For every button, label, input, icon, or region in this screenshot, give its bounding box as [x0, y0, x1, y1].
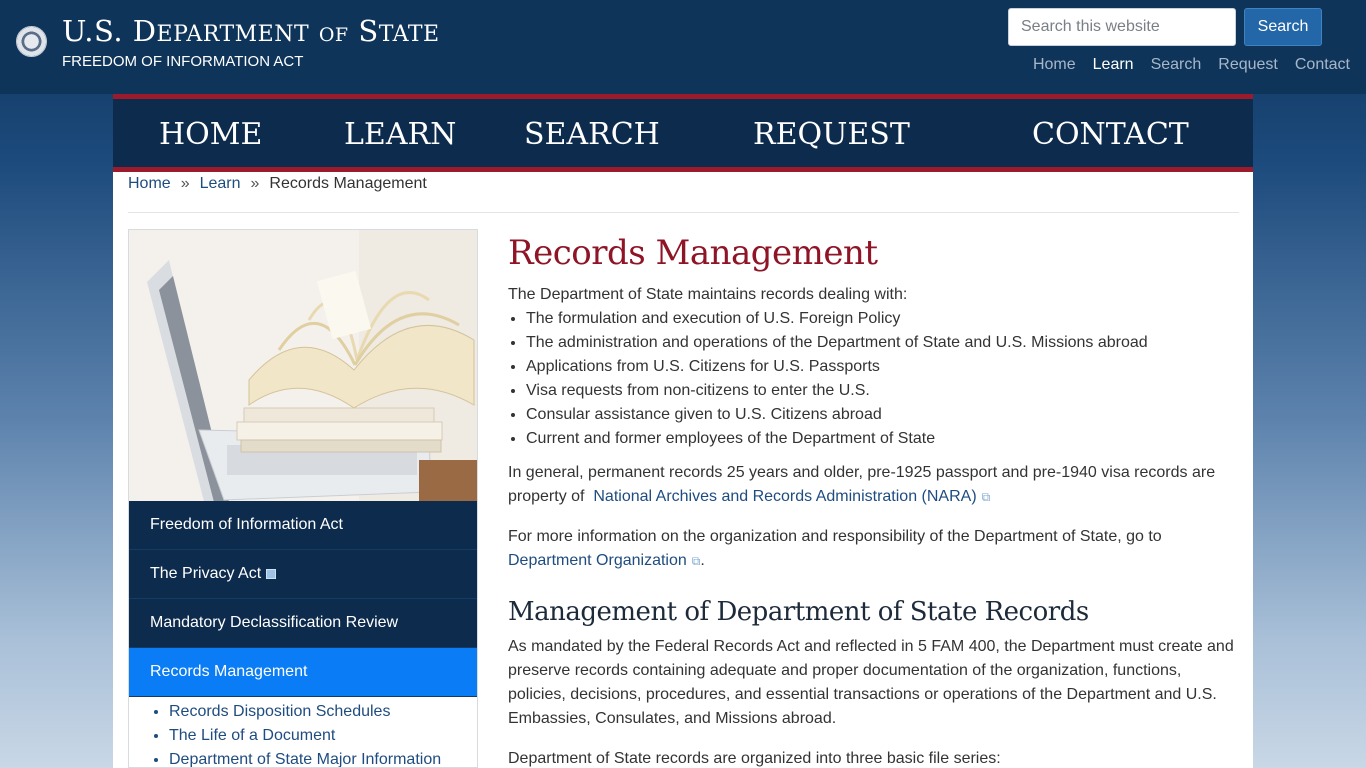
search-button[interactable]: Search	[1244, 8, 1322, 46]
list-item: Applications from U.S. Citizens for U.S.…	[526, 355, 1243, 379]
content-area: Home » Learn » Records Management Freedom …	[113, 172, 1253, 768]
utility-nav-request[interactable]: Request	[1218, 56, 1278, 78]
records-act-paragraph: As mandated by the Federal Records Act a…	[508, 638, 1234, 727]
utility-nav-contact[interactable]: Contact	[1295, 56, 1350, 78]
paragraph-end: .	[700, 552, 705, 569]
sidebar-item-foia[interactable]: Freedom of Information Act	[129, 501, 477, 550]
sidebar-link-records-disposition-schedules[interactable]: Records Disposition Schedules	[169, 703, 390, 720]
list-item: Department of State Major Information	[169, 748, 469, 767]
sidebar: Freedom of Information Act The Privacy A…	[128, 229, 478, 768]
utility-nav-search[interactable]: Search	[1151, 56, 1202, 78]
main-nav-contact[interactable]: CONTACT	[1032, 117, 1189, 152]
search-input[interactable]	[1008, 8, 1236, 46]
article: Records Management The Department of Sta…	[508, 229, 1243, 768]
nara-paragraph: In general, permanent records 25 years a…	[508, 461, 1243, 509]
page-title: Records Management	[508, 233, 878, 273]
list-item: Current and former employees of the Depa…	[526, 427, 1243, 451]
site-title[interactable]: U.S. DEPARTMENT OF STATE	[62, 14, 440, 48]
list-item: The administration and operations of the…	[526, 331, 1243, 355]
site-header: U.S. DEPARTMENT OF STATE FREEDOM OF INFO…	[0, 0, 1366, 94]
sidebar-item-label: Mandatory Declassification Review	[150, 614, 399, 631]
main-nav-home[interactable]: HOME	[159, 117, 262, 152]
sidebar-item-label: Records Management	[150, 663, 308, 680]
records-list: The formulation and execution of U.S. Fo…	[508, 307, 1243, 451]
state-department-seal-icon[interactable]	[16, 26, 47, 57]
breadcrumb-home[interactable]: Home	[128, 175, 171, 192]
list-item: Consular assistance given to U.S. Citize…	[526, 403, 1243, 427]
breadcrumb-separator: »	[250, 175, 260, 192]
breadcrumb-separator: »	[180, 175, 190, 192]
sidebar-sublinks: Records Disposition Schedules The Life o…	[149, 700, 469, 767]
organization-paragraph: For more information on the organization…	[508, 525, 1243, 573]
sidebar-link-major-information[interactable]: Department of State Major Information	[169, 751, 441, 767]
utility-nav: Home Learn Search Request Contact	[1008, 56, 1350, 78]
sidebar-item-records-management[interactable]: Records Management	[129, 648, 477, 697]
sidebar-item-mandatory-declassification-review[interactable]: Mandatory Declassification Review	[129, 599, 477, 648]
utility-nav-learn[interactable]: Learn	[1093, 56, 1134, 78]
breadcrumb-divider	[128, 212, 1239, 213]
list-item: Visa requests from non-citizens to enter…	[526, 379, 1243, 403]
laptop-books-illustration	[129, 230, 477, 502]
section-heading: Management of Department of State Record…	[508, 597, 1089, 627]
main-nav: HOME LEARN SEARCH REQUEST CONTACT	[113, 94, 1253, 172]
main-nav-learn[interactable]: LEARN	[344, 117, 456, 152]
list-item: Records Disposition Schedules	[169, 700, 469, 724]
breadcrumb-learn[interactable]: Learn	[200, 175, 241, 192]
department-organization-link[interactable]: Department Organization	[508, 552, 687, 569]
nara-link[interactable]: National Archives and Records Administra…	[593, 488, 976, 505]
sidebar-item-label: The Privacy Act	[150, 565, 262, 582]
main-nav-request[interactable]: REQUEST	[753, 117, 910, 152]
external-link-icon: ⧉	[981, 490, 991, 504]
site-subtitle[interactable]: FREEDOM OF INFORMATION ACT	[62, 53, 303, 70]
list-item: The formulation and execution of U.S. Fo…	[526, 307, 1243, 331]
sidebar-item-label: Freedom of Information Act	[150, 516, 343, 533]
paragraph-text: For more information on the organization…	[508, 528, 1162, 545]
sidebar-item-privacy-act[interactable]: The Privacy Act	[129, 550, 477, 599]
sidebar-link-life-of-a-document[interactable]: The Life of a Document	[169, 727, 335, 744]
laptop-and-books-image	[129, 230, 477, 502]
breadcrumb-current: Records Management	[269, 175, 427, 192]
article-intro: The Department of State maintains record…	[508, 286, 908, 303]
utility-nav-home[interactable]: Home	[1033, 56, 1076, 78]
list-item: The Life of a Document	[169, 724, 469, 748]
breadcrumb: Home » Learn » Records Management	[128, 175, 427, 193]
file-series-paragraph: Department of State records are organize…	[508, 750, 1001, 767]
main-nav-search[interactable]: SEARCH	[524, 117, 660, 152]
external-link-icon	[266, 569, 277, 579]
